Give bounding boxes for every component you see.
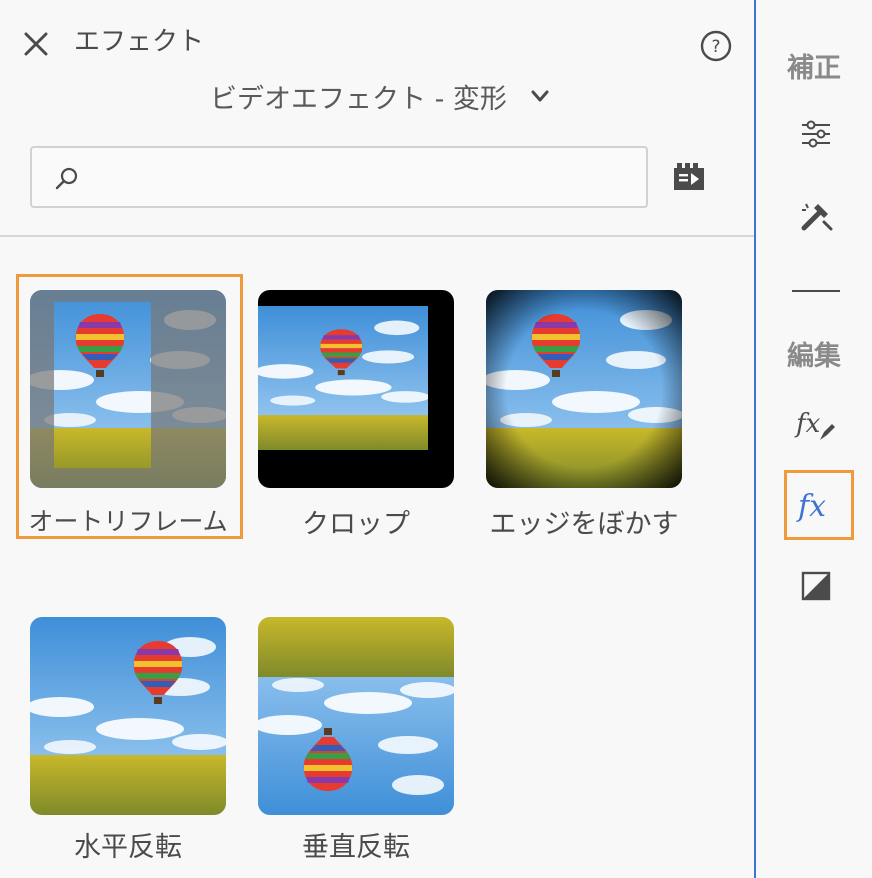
effect-category-dropdown[interactable]: ビデオエフェクト - 変形	[210, 76, 551, 116]
header-divider	[0, 235, 754, 237]
effect-label: 垂直反転	[302, 832, 410, 863]
active-tool-highlight	[784, 470, 854, 540]
help-icon: ?	[700, 30, 732, 62]
close-icon	[24, 32, 48, 56]
effect-thumbnail	[258, 617, 454, 815]
sliders-icon	[802, 120, 830, 148]
search-input[interactable]	[94, 158, 638, 198]
effect-thumbnail	[30, 617, 226, 815]
effect-thumbnail	[30, 290, 226, 488]
chevron-down-icon	[531, 90, 549, 102]
wand-brush-icon	[801, 203, 833, 231]
effect-tile-horizontal-flip[interactable]: 水平反転	[30, 617, 226, 863]
effect-label: エッジをぼかす	[489, 509, 679, 540]
healing-brush-button[interactable]	[786, 186, 846, 246]
right-tool-rail: 補正 編集 fx fx	[756, 0, 872, 878]
contrast-square-icon	[801, 571, 831, 601]
edit-heading: 編集	[787, 341, 841, 372]
effect-thumbnail	[486, 290, 682, 488]
effect-tile-crop[interactable]: クロップ	[258, 290, 454, 540]
color-adjust-button[interactable]	[786, 556, 846, 616]
effect-tile-feather-edges[interactable]: エッジをぼかす	[486, 290, 682, 540]
svg-text:?: ?	[711, 37, 720, 57]
svg-text:fx: fx	[794, 409, 821, 439]
effect-tile-vertical-flip[interactable]: 垂直反転	[258, 617, 454, 863]
video-effects-button[interactable]	[670, 160, 708, 194]
panel-title: エフェクト	[74, 27, 205, 57]
video-clip-icon	[674, 163, 704, 190]
effects-edit-button[interactable]: fx	[786, 394, 846, 454]
adjust-sliders-button[interactable]	[786, 104, 846, 164]
rail-separator	[792, 290, 840, 292]
effect-category-label: ビデオエフェクト - 変形	[210, 83, 507, 115]
close-button[interactable]	[22, 30, 50, 58]
effect-thumbnail	[258, 290, 454, 488]
effects-panel: エフェクト ? ビデオエフェクト - 変形 オートリフレーム クロップ エッジを…	[0, 0, 754, 878]
effect-tile-auto-reframe[interactable]: オートリフレーム	[28, 290, 228, 536]
search-icon	[55, 167, 78, 190]
help-button[interactable]: ?	[700, 30, 732, 62]
fx-pencil-icon: fx	[794, 409, 835, 440]
correction-heading: 補正	[787, 53, 841, 84]
search-box[interactable]	[30, 146, 648, 208]
